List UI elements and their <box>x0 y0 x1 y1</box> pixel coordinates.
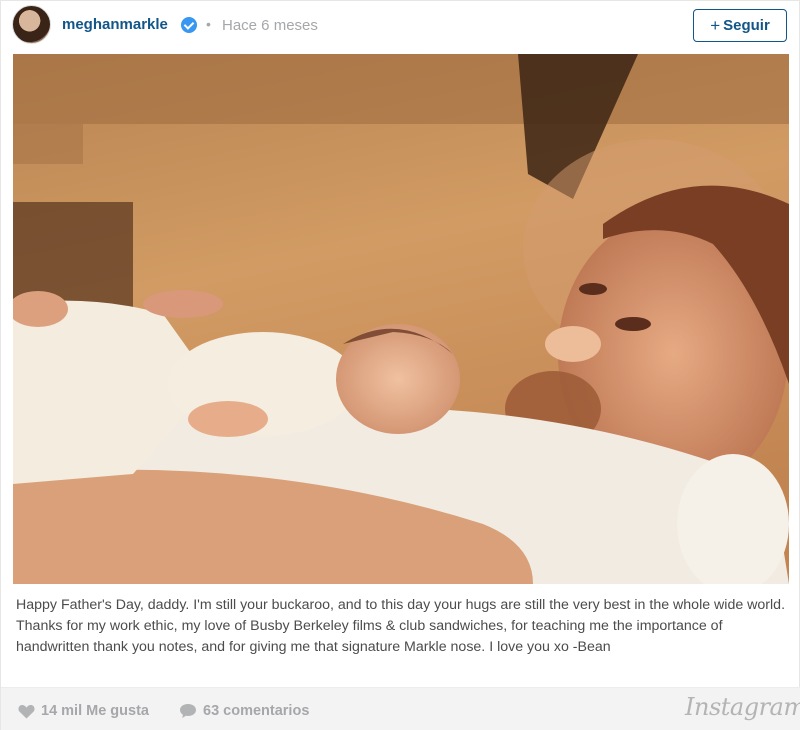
heart-icon <box>18 704 35 718</box>
likes-count[interactable]: 14 mil Me gusta <box>18 703 149 719</box>
avatar[interactable] <box>12 5 51 44</box>
likes-label: 14 mil Me gusta <box>41 703 149 719</box>
follow-button-label: Seguir <box>723 17 770 34</box>
comments-count[interactable]: 63 comentarios <box>179 703 309 719</box>
username-link[interactable]: meghanmarkle <box>62 16 168 33</box>
instagram-embed-card: meghanmarkle • Hace 6 meses + Seguir Hap… <box>0 0 800 730</box>
plus-icon: + <box>710 15 721 35</box>
post-photo[interactable] <box>13 54 789 584</box>
post-caption: Happy Father's Day, daddy. I'm still you… <box>16 597 786 655</box>
post-header: meghanmarkle • Hace 6 meses + Seguir <box>1 1 800 53</box>
comment-bubble-icon <box>180 704 196 718</box>
verified-badge-icon <box>181 17 197 33</box>
follow-button[interactable]: + Seguir <box>693 9 787 42</box>
post-timestamp[interactable]: Hace 6 meses <box>222 17 318 34</box>
post-footer: 14 mil Me gusta 63 comentarios Instagram <box>1 687 800 730</box>
instagram-logo[interactable]: Instagram <box>685 693 800 721</box>
post-photo-image <box>13 54 789 584</box>
separator-dot: • <box>206 16 211 32</box>
comments-label: 63 comentarios <box>203 703 310 719</box>
